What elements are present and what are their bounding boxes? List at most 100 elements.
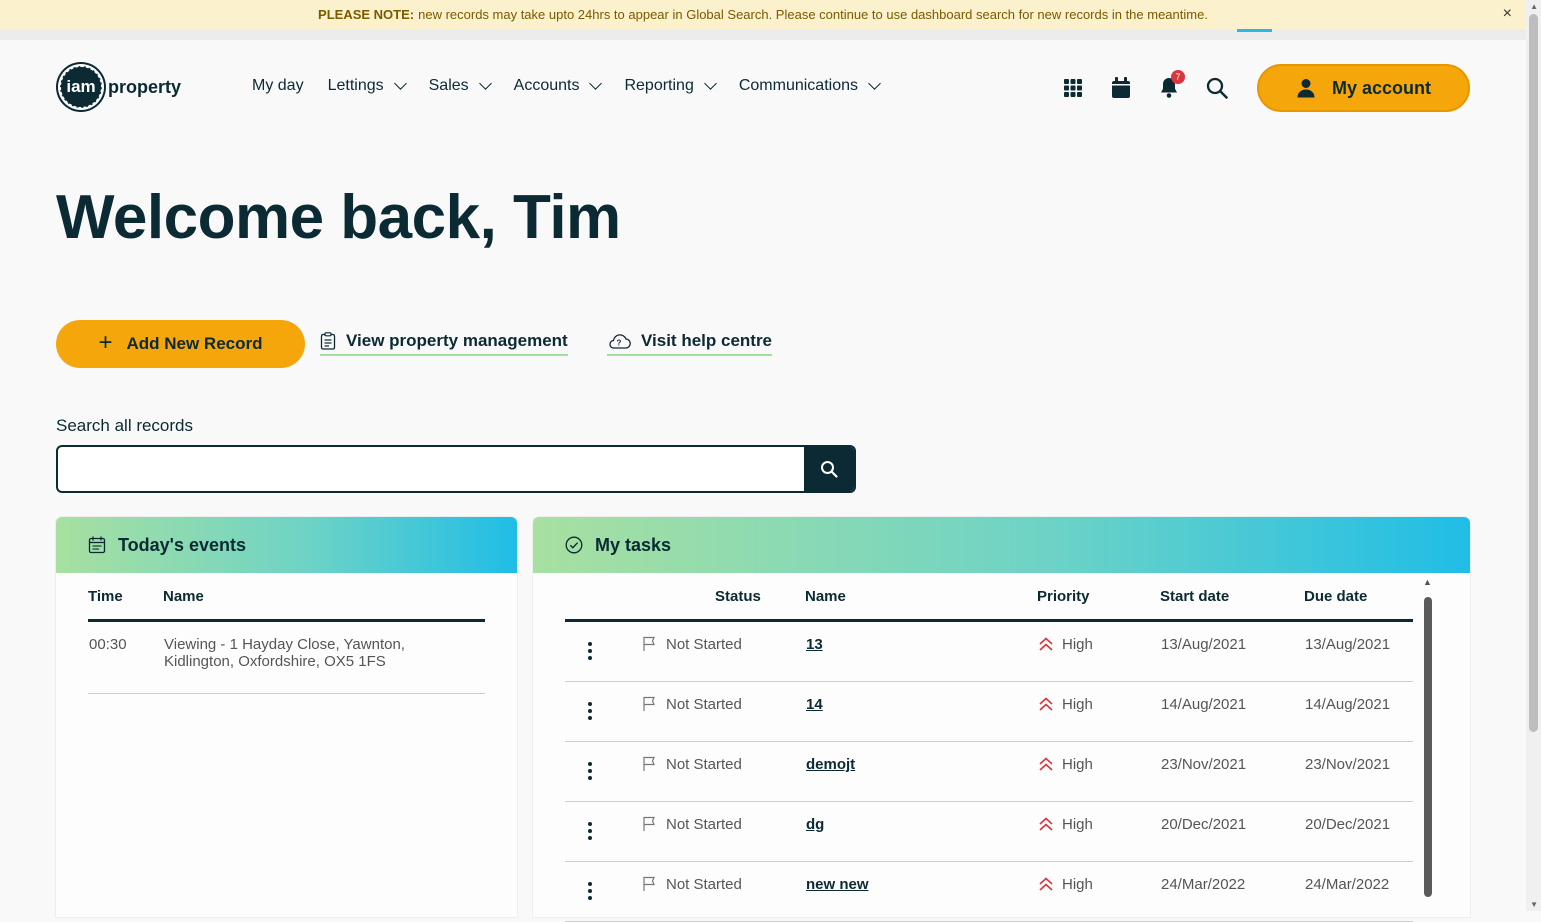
flag-icon (643, 696, 655, 711)
priority-high-icon (1039, 817, 1053, 831)
nav-label: Reporting (624, 77, 694, 94)
nav-item-my-day[interactable]: My day (252, 77, 304, 95)
table-row[interactable]: Not Started 13 High 13/Aug/2021 13/Aug/2… (565, 620, 1413, 682)
table-row[interactable]: Not Started 14 High 14/Aug/2021 14/Aug/2… (565, 681, 1413, 742)
scroll-up-arrow-icon[interactable]: ▲ (1530, 2, 1538, 11)
nav-item-communications[interactable]: Communications (739, 77, 881, 95)
priority-high-icon (1039, 877, 1053, 891)
view-property-management-link[interactable]: View property management (320, 331, 568, 356)
nav-item-accounts[interactable]: Accounts (514, 77, 603, 95)
nav-label: My day (252, 77, 304, 94)
task-status: Not Started (641, 801, 805, 862)
clipboard-icon (320, 332, 336, 350)
task-name-link[interactable]: dg (806, 816, 824, 833)
cloud-help-icon: ? (609, 334, 631, 349)
main-nav: My day Lettings Sales Accounts Reporting… (252, 77, 881, 95)
task-status: Not Started (641, 741, 805, 802)
add-new-record-button[interactable]: + Add New Record (56, 320, 305, 368)
task-name-cell: dg (805, 801, 1037, 862)
search-icon[interactable] (1205, 76, 1229, 100)
bell-icon[interactable]: 7 (1157, 70, 1185, 100)
task-name-cell: 14 (805, 681, 1037, 742)
table-row[interactable]: Not Started dg High 20/Dec/2021 20/Dec/2… (565, 801, 1413, 862)
priority-text: High (1062, 876, 1093, 893)
apps-grid-icon[interactable] (1061, 76, 1085, 100)
help-centre-label: Visit help centre (641, 331, 773, 350)
chevron-down-icon (703, 77, 717, 90)
task-name-link[interactable]: 13 (806, 636, 823, 653)
search-submit-button[interactable] (804, 447, 854, 491)
my-account-button[interactable]: My account (1257, 64, 1470, 112)
task-name-link[interactable]: 14 (806, 696, 823, 713)
my-tasks-panel: My tasks Status Name Priority Start date… (533, 517, 1470, 922)
view-property-label: View property management (346, 331, 568, 350)
task-start-date: 23/Nov/2021 (1160, 741, 1304, 802)
todays-events-header: Today's events (56, 517, 517, 573)
nav-item-lettings[interactable]: Lettings (328, 77, 407, 95)
status-text: Not Started (666, 756, 742, 773)
logo[interactable]: iam property (60, 66, 181, 108)
logo-text: property (108, 76, 182, 97)
column-header-time: Time (88, 573, 163, 622)
calendar-icon[interactable] (1109, 76, 1133, 100)
task-start-date: 24/Mar/2022 (1160, 861, 1304, 922)
notice-text: new records may take upto 24hrs to appea… (418, 7, 1208, 22)
add-record-label: Add New Record (126, 334, 263, 353)
table-row[interactable]: 00:30 Viewing - 1 Hayday Close, Yawnton,… (88, 620, 485, 694)
scroll-up-arrow-icon[interactable]: ▲ (1423, 577, 1432, 587)
page-scroll-thumb[interactable] (1529, 14, 1538, 732)
close-icon[interactable]: × (1503, 5, 1512, 23)
more-vertical-icon[interactable] (588, 642, 592, 660)
my-tasks-title: My tasks (595, 534, 672, 555)
nav-item-reporting[interactable]: Reporting (624, 77, 717, 95)
scroll-down-arrow-icon[interactable]: ▼ (1530, 900, 1538, 909)
priority-text: High (1062, 816, 1093, 833)
tasks-scroll-thumb[interactable] (1424, 597, 1432, 897)
notification-badge: 7 (1171, 70, 1185, 84)
more-vertical-icon[interactable] (588, 762, 592, 780)
events-table: Time Name 00:30 Viewing - 1 Hayday Close… (88, 573, 485, 694)
event-name: Viewing - 1 Hayday Close, Yawnton, Kidli… (163, 620, 485, 694)
task-status: Not Started (641, 681, 805, 742)
check-circle-icon (565, 536, 583, 554)
task-due-date: 23/Nov/2021 (1304, 741, 1413, 802)
task-name-cell: 13 (805, 620, 1037, 682)
search-input[interactable] (58, 447, 804, 491)
column-header-start-date: Start date (1160, 573, 1304, 622)
notice-banner: PLEASE NOTE: new records may take upto 2… (0, 0, 1526, 29)
search-icon (821, 461, 838, 478)
more-vertical-icon[interactable] (588, 882, 592, 900)
todays-events-panel: Today's events Time Name 00:30 Viewing -… (56, 517, 517, 917)
nav-item-sales[interactable]: Sales (429, 77, 492, 95)
task-priority: High (1037, 861, 1160, 922)
flag-icon (643, 756, 655, 771)
user-icon (1297, 79, 1315, 98)
more-vertical-icon[interactable] (588, 702, 592, 720)
tasks-table: Status Name Priority Start date Due date… (565, 573, 1413, 922)
task-start-date: 14/Aug/2021 (1160, 681, 1304, 742)
page-title: Welcome back, Tim (56, 183, 621, 252)
page-scrollbar[interactable]: ▲ ▼ (1526, 0, 1541, 911)
calendar-icon (88, 536, 106, 554)
priority-text: High (1062, 696, 1093, 713)
event-time: 00:30 (88, 620, 163, 694)
chevron-down-icon (478, 77, 492, 90)
notice-spacer (0, 29, 1526, 40)
table-row[interactable]: Not Started demojt High 23/Nov/2021 23/N… (565, 741, 1413, 802)
svg-text:?: ? (617, 339, 622, 348)
table-row[interactable]: Not Started new new High 24/Mar/2022 24/… (565, 861, 1413, 922)
task-priority: High (1037, 741, 1160, 802)
task-priority: High (1037, 801, 1160, 862)
flag-icon (643, 876, 655, 891)
task-name-link[interactable]: demojt (806, 756, 855, 773)
task-start-date: 13/Aug/2021 (1160, 620, 1304, 682)
task-name-link[interactable]: new new (806, 876, 869, 893)
column-header-actions (565, 573, 641, 622)
more-vertical-icon[interactable] (588, 822, 592, 840)
visit-help-centre-link[interactable]: ? Visit help centre (607, 331, 773, 356)
tasks-scrollbar[interactable]: ▲ (1423, 577, 1432, 909)
priority-high-icon (1039, 637, 1053, 651)
task-name-cell: new new (805, 861, 1037, 922)
priority-text: High (1062, 756, 1093, 773)
logo-mark: iam (60, 66, 102, 108)
